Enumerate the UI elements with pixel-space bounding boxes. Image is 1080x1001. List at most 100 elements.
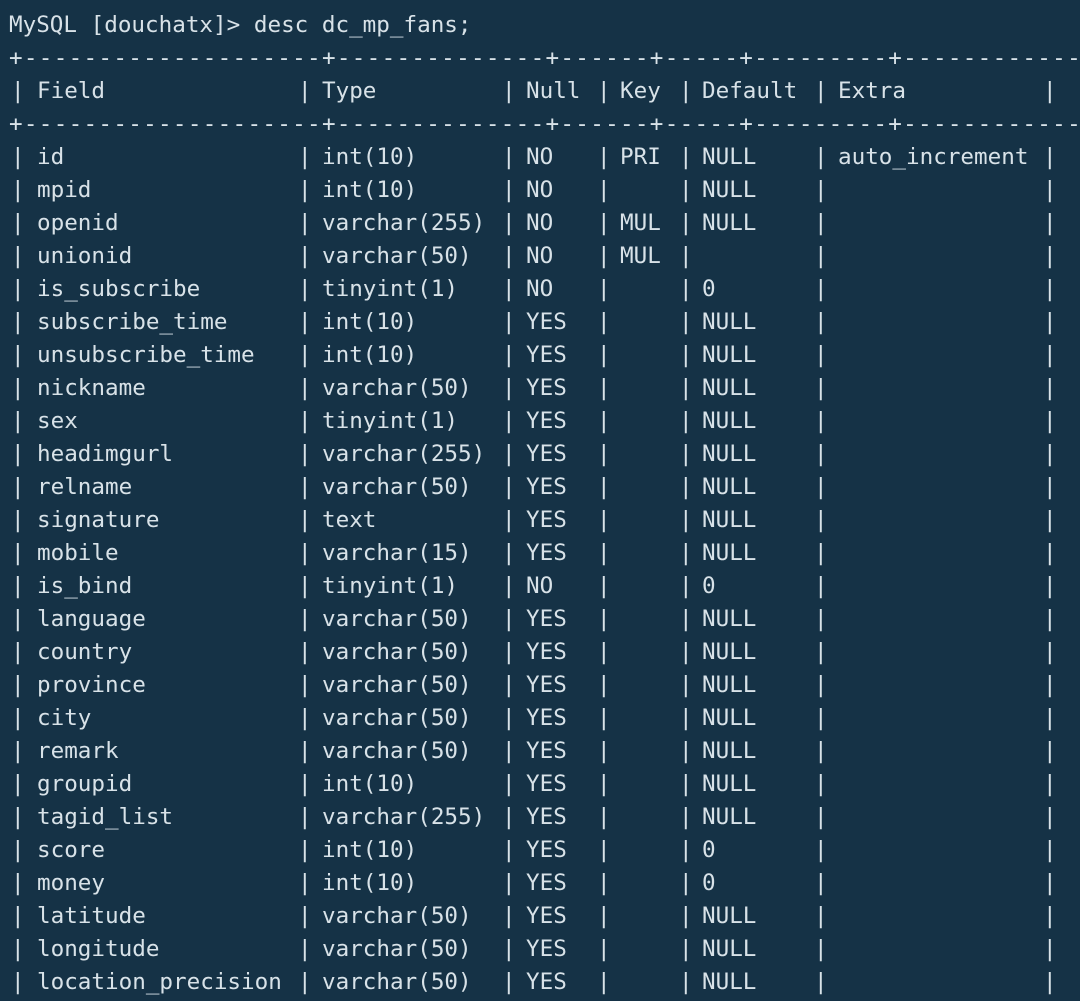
column-divider: | <box>814 177 828 203</box>
table-row: | nickname | varchar(50) | YES | | NULL | | <box>0 372 1080 405</box>
column-divider: | <box>679 507 693 533</box>
column-divider: | <box>298 474 312 500</box>
cell-type: varchar(50) <box>322 375 472 401</box>
cell-default: NULL <box>702 507 757 533</box>
column-divider: | <box>679 672 693 698</box>
column-divider: | <box>1043 606 1057 632</box>
command-prompt: MySQL [douchatx]> desc dc_mp_fans; <box>9 9 472 42</box>
column-divider: | <box>597 540 611 566</box>
cell-default: NULL <box>702 177 757 203</box>
cell-field: longitude <box>37 936 160 962</box>
table-row: | money | int(10) | YES | | 0 | | <box>0 867 1080 900</box>
table-row: | tagid_list | varchar(255) | YES | | NULL | | <box>0 801 1080 834</box>
table-row: | longitude | varchar(50) | YES | | NULL | | <box>0 933 1080 966</box>
cell-null: NO <box>526 144 554 170</box>
column-divider: | <box>11 441 25 467</box>
column-divider: | <box>11 870 25 896</box>
table-row: | mpid | int(10) | NO | | NULL | | <box>0 174 1080 207</box>
cell-null: NO <box>526 210 554 236</box>
column-divider: | <box>814 342 828 368</box>
column-divider: | <box>298 210 312 236</box>
column-divider: | <box>679 210 693 236</box>
column-divider: | <box>597 870 611 896</box>
column-divider: | <box>502 342 516 368</box>
column-divider: | <box>502 309 516 335</box>
column-divider: | <box>1043 870 1057 896</box>
column-divider: | <box>679 639 693 665</box>
column-divider: | <box>597 243 611 269</box>
column-divider: | <box>814 540 828 566</box>
column-divider: | <box>597 210 611 236</box>
column-divider: | <box>298 276 312 302</box>
cell-field: country <box>37 639 133 665</box>
cell-default: 0 <box>702 573 716 599</box>
table-row: | id | int(10) | NO | PRI | NULL | auto_increment | <box>0 141 1080 174</box>
cell-default: NULL <box>702 606 757 632</box>
cell-field: tagid_list <box>37 804 174 830</box>
table-row: | groupid | int(10) | YES | | NULL | | <box>0 768 1080 801</box>
column-divider: | <box>298 870 312 896</box>
separator-line: +--------------------+--------------+---… <box>9 45 1080 71</box>
cell-extra: auto_increment <box>838 144 1029 170</box>
cell-default: NULL <box>702 540 757 566</box>
cell-field: subscribe_time <box>37 309 228 335</box>
cell-field: language <box>37 606 146 632</box>
cell-null: YES <box>526 903 567 929</box>
column-divider: | <box>814 936 828 962</box>
column-divider: | <box>814 507 828 533</box>
column-divider: | <box>11 771 25 797</box>
column-divider: | <box>11 309 25 335</box>
cell-default: NULL <box>702 375 757 401</box>
cell-null: YES <box>526 441 567 467</box>
cell-type: int(10) <box>322 870 418 896</box>
column-divider: | <box>1043 441 1057 467</box>
column-divider: | <box>679 375 693 401</box>
column-divider: | <box>1043 309 1057 335</box>
cell-null: NO <box>526 573 554 599</box>
cell-key: PRI <box>620 144 661 170</box>
cell-null: YES <box>526 375 567 401</box>
column-divider: | <box>679 78 693 104</box>
column-divider: | <box>298 903 312 929</box>
column-divider: | <box>502 804 516 830</box>
cell-field: groupid <box>37 771 133 797</box>
table-row: | is_subscribe | tinyint(1) | NO | | 0 | | <box>0 273 1080 306</box>
column-divider: | <box>679 408 693 434</box>
cell-field: sex <box>37 408 78 434</box>
column-divider: | <box>1043 573 1057 599</box>
column-divider: | <box>1043 507 1057 533</box>
column-divider: | <box>597 969 611 995</box>
column-divider: | <box>814 573 828 599</box>
column-divider: | <box>298 573 312 599</box>
terminal-window[interactable]: MySQL [douchatx]> desc dc_mp_fans; +----… <box>0 0 1080 1001</box>
column-divider: | <box>502 441 516 467</box>
column-divider: | <box>11 969 25 995</box>
cell-null: YES <box>526 870 567 896</box>
column-divider: | <box>11 474 25 500</box>
cell-type: varchar(50) <box>322 903 472 929</box>
cell-field: latitude <box>37 903 146 929</box>
column-divider: | <box>597 837 611 863</box>
column-divider: | <box>597 309 611 335</box>
column-divider: | <box>1043 78 1057 104</box>
column-divider: | <box>597 573 611 599</box>
column-divider: | <box>298 606 312 632</box>
column-divider: | <box>502 375 516 401</box>
column-divider: | <box>597 144 611 170</box>
column-divider: | <box>1043 144 1057 170</box>
cell-default: NULL <box>702 903 757 929</box>
cell-type: int(10) <box>322 144 418 170</box>
cell-null: YES <box>526 837 567 863</box>
column-divider: | <box>502 903 516 929</box>
cell-field: id <box>37 144 65 170</box>
column-divider: | <box>298 177 312 203</box>
column-divider: | <box>502 540 516 566</box>
header-extra: Extra <box>838 78 907 104</box>
column-divider: | <box>597 606 611 632</box>
column-divider: | <box>1043 771 1057 797</box>
cell-default: NULL <box>702 936 757 962</box>
table-row: | latitude | varchar(50) | YES | | NULL | | <box>0 900 1080 933</box>
table-row: | unionid | varchar(50) | NO | MUL | | | <box>0 240 1080 273</box>
column-divider: | <box>814 78 828 104</box>
cell-field: is_subscribe <box>37 276 201 302</box>
